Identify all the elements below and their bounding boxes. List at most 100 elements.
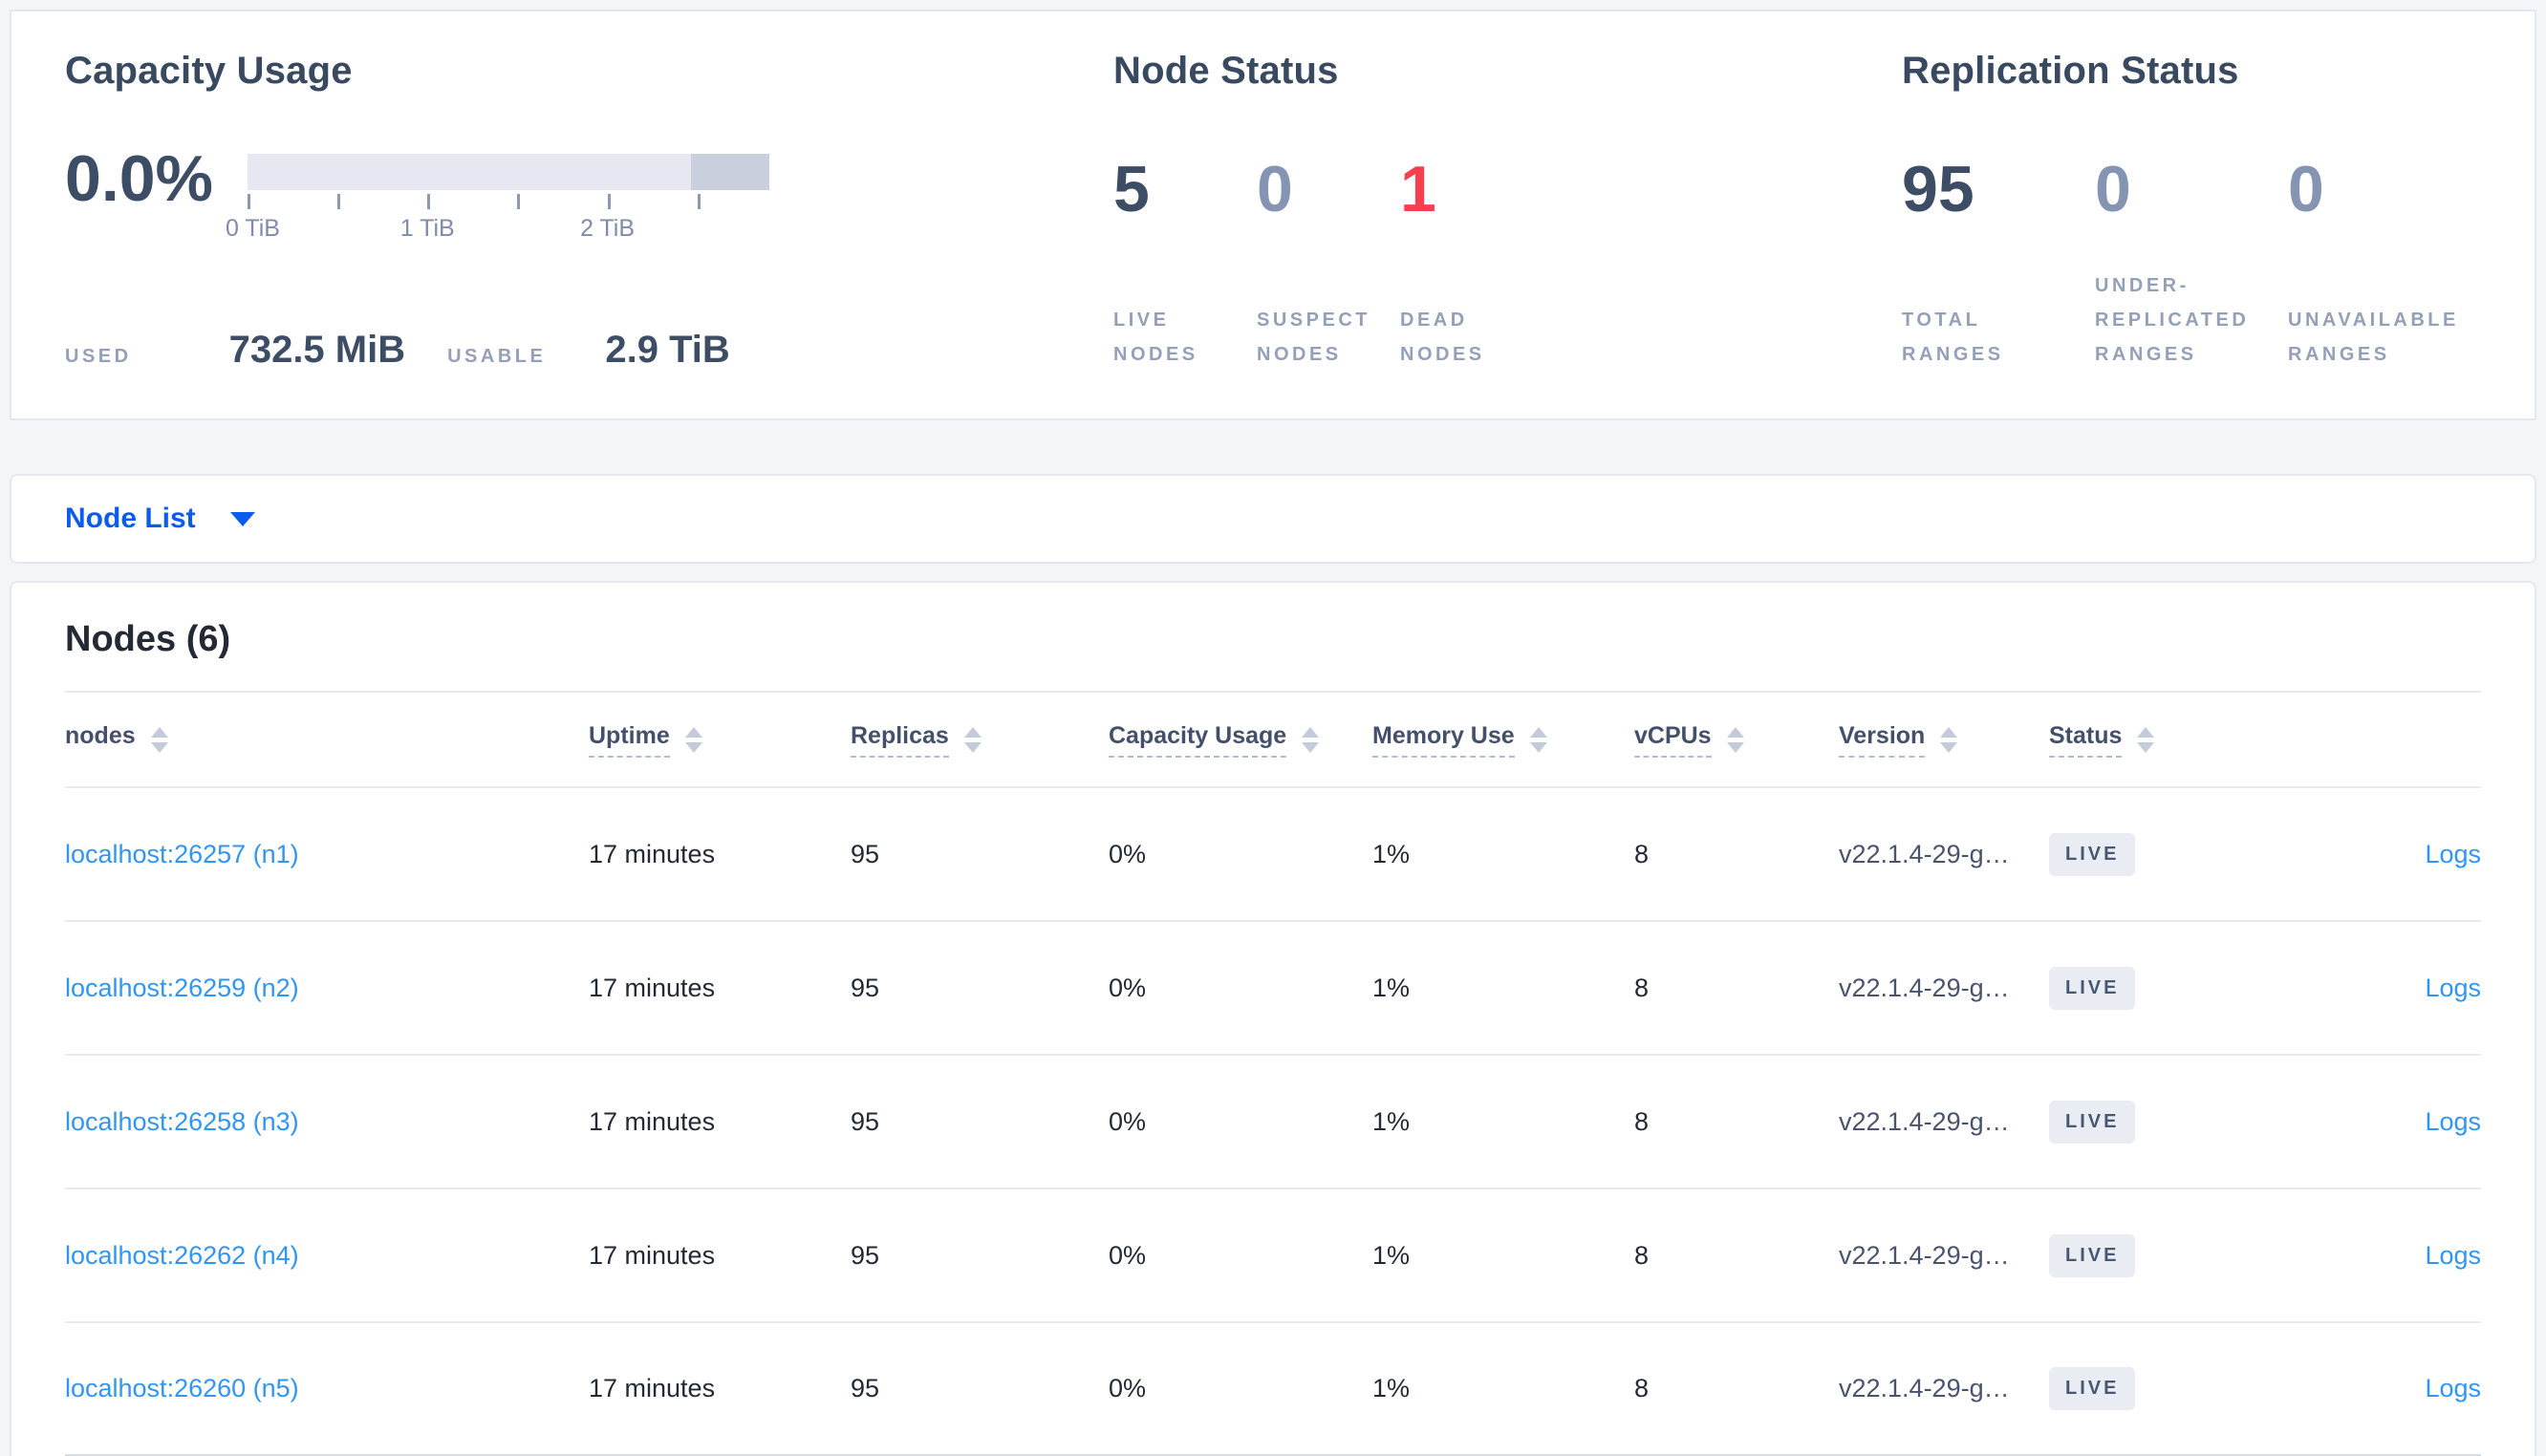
unavailable-ranges-value: 0: [2288, 153, 2324, 225]
usable-value: 2.9 TiB: [605, 329, 730, 371]
memory-use-cell: 1%: [1372, 1188, 1634, 1323]
sort-icon[interactable]: [2137, 726, 2155, 753]
node-list-dropdown-label[interactable]: Node List: [65, 503, 196, 535]
table-row: localhost:26258 (n3) 17 minutes 95 0% 1%…: [65, 1055, 2481, 1189]
total-ranges-stat: 95 TOTAL RANGES: [1902, 154, 2095, 372]
capacity-usage-title: Capacity Usage: [65, 50, 353, 92]
unavailable-ranges-stat: 0 UNAVAILABLE RANGES: [2288, 154, 2481, 372]
capacity-usage-cell: 0%: [1109, 921, 1372, 1056]
sort-icon[interactable]: [1302, 726, 1320, 753]
node-link[interactable]: localhost:26258 (n3): [65, 1107, 299, 1136]
column-header-node[interactable]: nodes: [65, 691, 589, 788]
nodes-table: nodes Uptime Replicas Capacity Usage Mem…: [65, 691, 2481, 1456]
suspect-nodes-value: 0: [1257, 153, 1293, 225]
capacity-usage-cell: 0%: [1109, 1322, 1372, 1456]
node-link[interactable]: localhost:26260 (n5): [65, 1374, 299, 1402]
column-header-vcpus[interactable]: vCPUs: [1634, 691, 1839, 788]
table-row: localhost:26259 (n2) 17 minutes 95 0% 1%…: [65, 921, 2481, 1056]
nodes-table-heading: Nodes (6): [65, 619, 231, 659]
vcpus-cell: 8: [1634, 787, 1839, 922]
table-row: localhost:26260 (n5) 17 minutes 95 0% 1%…: [65, 1322, 2481, 1456]
status-badge: LIVE: [2049, 832, 2136, 876]
uptime-cell: 17 minutes: [589, 1188, 851, 1323]
replicas-cell: 95: [851, 1055, 1109, 1189]
column-header-capacity[interactable]: Capacity Usage: [1109, 691, 1372, 788]
node-link[interactable]: localhost:26259 (n2): [65, 974, 299, 1002]
capacity-usage-cell: 0%: [1109, 787, 1372, 922]
status-badge: LIVE: [2049, 1233, 2136, 1277]
column-header-logs: [2296, 691, 2481, 788]
tick-mark: [697, 194, 701, 209]
unavailable-ranges-label: UNAVAILABLE RANGES: [2288, 310, 2459, 365]
memory-use-cell: 1%: [1372, 1322, 1634, 1456]
total-ranges-value: 95: [1902, 153, 1974, 225]
under-replicated-ranges-value: 0: [2095, 153, 2131, 225]
logs-link[interactable]: Logs: [2425, 840, 2481, 868]
under-replicated-ranges-stat: 0 UNDER-REPLICATED RANGES: [2095, 154, 2288, 372]
suspect-nodes-label: SUSPECT NODES: [1257, 310, 1370, 365]
vcpus-cell: 8: [1634, 921, 1839, 1056]
sort-icon[interactable]: [963, 726, 982, 753]
capacity-usage-bar: 0 TiB 1 TiB 2 TiB: [226, 154, 769, 244]
logs-link[interactable]: Logs: [2425, 1107, 2481, 1136]
tick-mark: [337, 194, 341, 209]
table-header-row: nodes Uptime Replicas Capacity Usage Mem…: [65, 691, 2481, 788]
tick-label: 0 TiB: [225, 215, 280, 242]
sort-icon[interactable]: [1529, 726, 1547, 753]
tick-label: 1 TiB: [399, 215, 455, 242]
suspect-nodes-stat: 0 SUSPECT NODES: [1257, 154, 1400, 372]
column-header-uptime[interactable]: Uptime: [589, 691, 851, 788]
memory-use-cell: 1%: [1372, 1055, 1634, 1189]
uptime-cell: 17 minutes: [589, 1322, 851, 1456]
used-label: USED: [65, 346, 132, 367]
dead-nodes-value: 1: [1400, 153, 1436, 225]
nodes-table-card: Nodes (6) nodes Uptime Replicas Capacity…: [10, 581, 2536, 1456]
node-link[interactable]: localhost:26262 (n4): [65, 1241, 299, 1270]
replicas-cell: 95: [851, 787, 1109, 922]
version-cell: v22.1.4-29-g…: [1839, 1322, 2049, 1456]
dead-nodes-stat: 1 DEAD NODES: [1400, 154, 1543, 372]
replicas-cell: 95: [851, 1322, 1109, 1456]
uptime-cell: 17 minutes: [589, 787, 851, 922]
logs-link[interactable]: Logs: [2425, 1374, 2481, 1402]
capacity-usage-cell: 0%: [1109, 1055, 1372, 1189]
sort-icon[interactable]: [1940, 726, 1958, 753]
status-badge: LIVE: [2049, 1100, 2136, 1144]
uptime-cell: 17 minutes: [589, 1055, 851, 1189]
logs-link[interactable]: Logs: [2425, 1241, 2481, 1270]
node-list-dropdown[interactable]: Node List: [10, 474, 2536, 564]
sort-icon[interactable]: [1726, 726, 1744, 753]
table-row: localhost:26262 (n4) 17 minutes 95 0% 1%…: [65, 1188, 2481, 1323]
table-body: localhost:26257 (n1) 17 minutes 95 0% 1%…: [65, 787, 2481, 1456]
dead-nodes-label: DEAD NODES: [1400, 310, 1485, 365]
under-replicated-ranges-label: UNDER-REPLICATED RANGES: [2095, 275, 2250, 365]
replication-status-section: Replication Status 95 TOTAL RANGES 0 UND…: [1902, 50, 2481, 418]
capacity-bar-tick-labels: 0 TiB 1 TiB 2 TiB: [226, 215, 769, 244]
node-link[interactable]: localhost:26257 (n1): [65, 840, 299, 868]
version-cell: v22.1.4-29-g…: [1839, 921, 2049, 1056]
sort-icon[interactable]: [684, 726, 702, 753]
node-status-section: Node Status 5 LIVE NODES 0 SUSPECT NODES…: [1113, 50, 1902, 418]
replicas-cell: 95: [851, 1188, 1109, 1323]
replication-status-title: Replication Status: [1902, 50, 2239, 92]
column-header-memory[interactable]: Memory Use: [1372, 691, 1634, 788]
capacity-usage-cell: 0%: [1109, 1188, 1372, 1323]
chevron-down-icon: [229, 511, 255, 526]
capacity-bar-ticks: [248, 194, 769, 213]
live-nodes-value: 5: [1113, 153, 1150, 225]
replicas-cell: 95: [851, 921, 1109, 1056]
tick-mark: [427, 194, 431, 209]
tick-mark: [607, 194, 611, 209]
version-cell: v22.1.4-29-g…: [1839, 1188, 2049, 1323]
capacity-used-row: USED 732.5 MiB USABLE 2.9 TiB: [65, 329, 1113, 372]
capacity-percent-value: 0.0%: [65, 142, 213, 215]
column-header-replicas[interactable]: Replicas: [851, 691, 1109, 788]
cluster-overview-page: { "capacity": { "title": "Capacity Usage…: [0, 10, 2546, 1456]
column-header-version[interactable]: Version: [1839, 691, 2049, 788]
tick-mark: [248, 194, 250, 209]
live-nodes-stat: 5 LIVE NODES: [1113, 154, 1257, 372]
sort-icon[interactable]: [150, 726, 168, 753]
logs-link[interactable]: Logs: [2425, 974, 2481, 1002]
column-header-status[interactable]: Status: [2049, 691, 2296, 788]
vcpus-cell: 8: [1634, 1055, 1839, 1189]
